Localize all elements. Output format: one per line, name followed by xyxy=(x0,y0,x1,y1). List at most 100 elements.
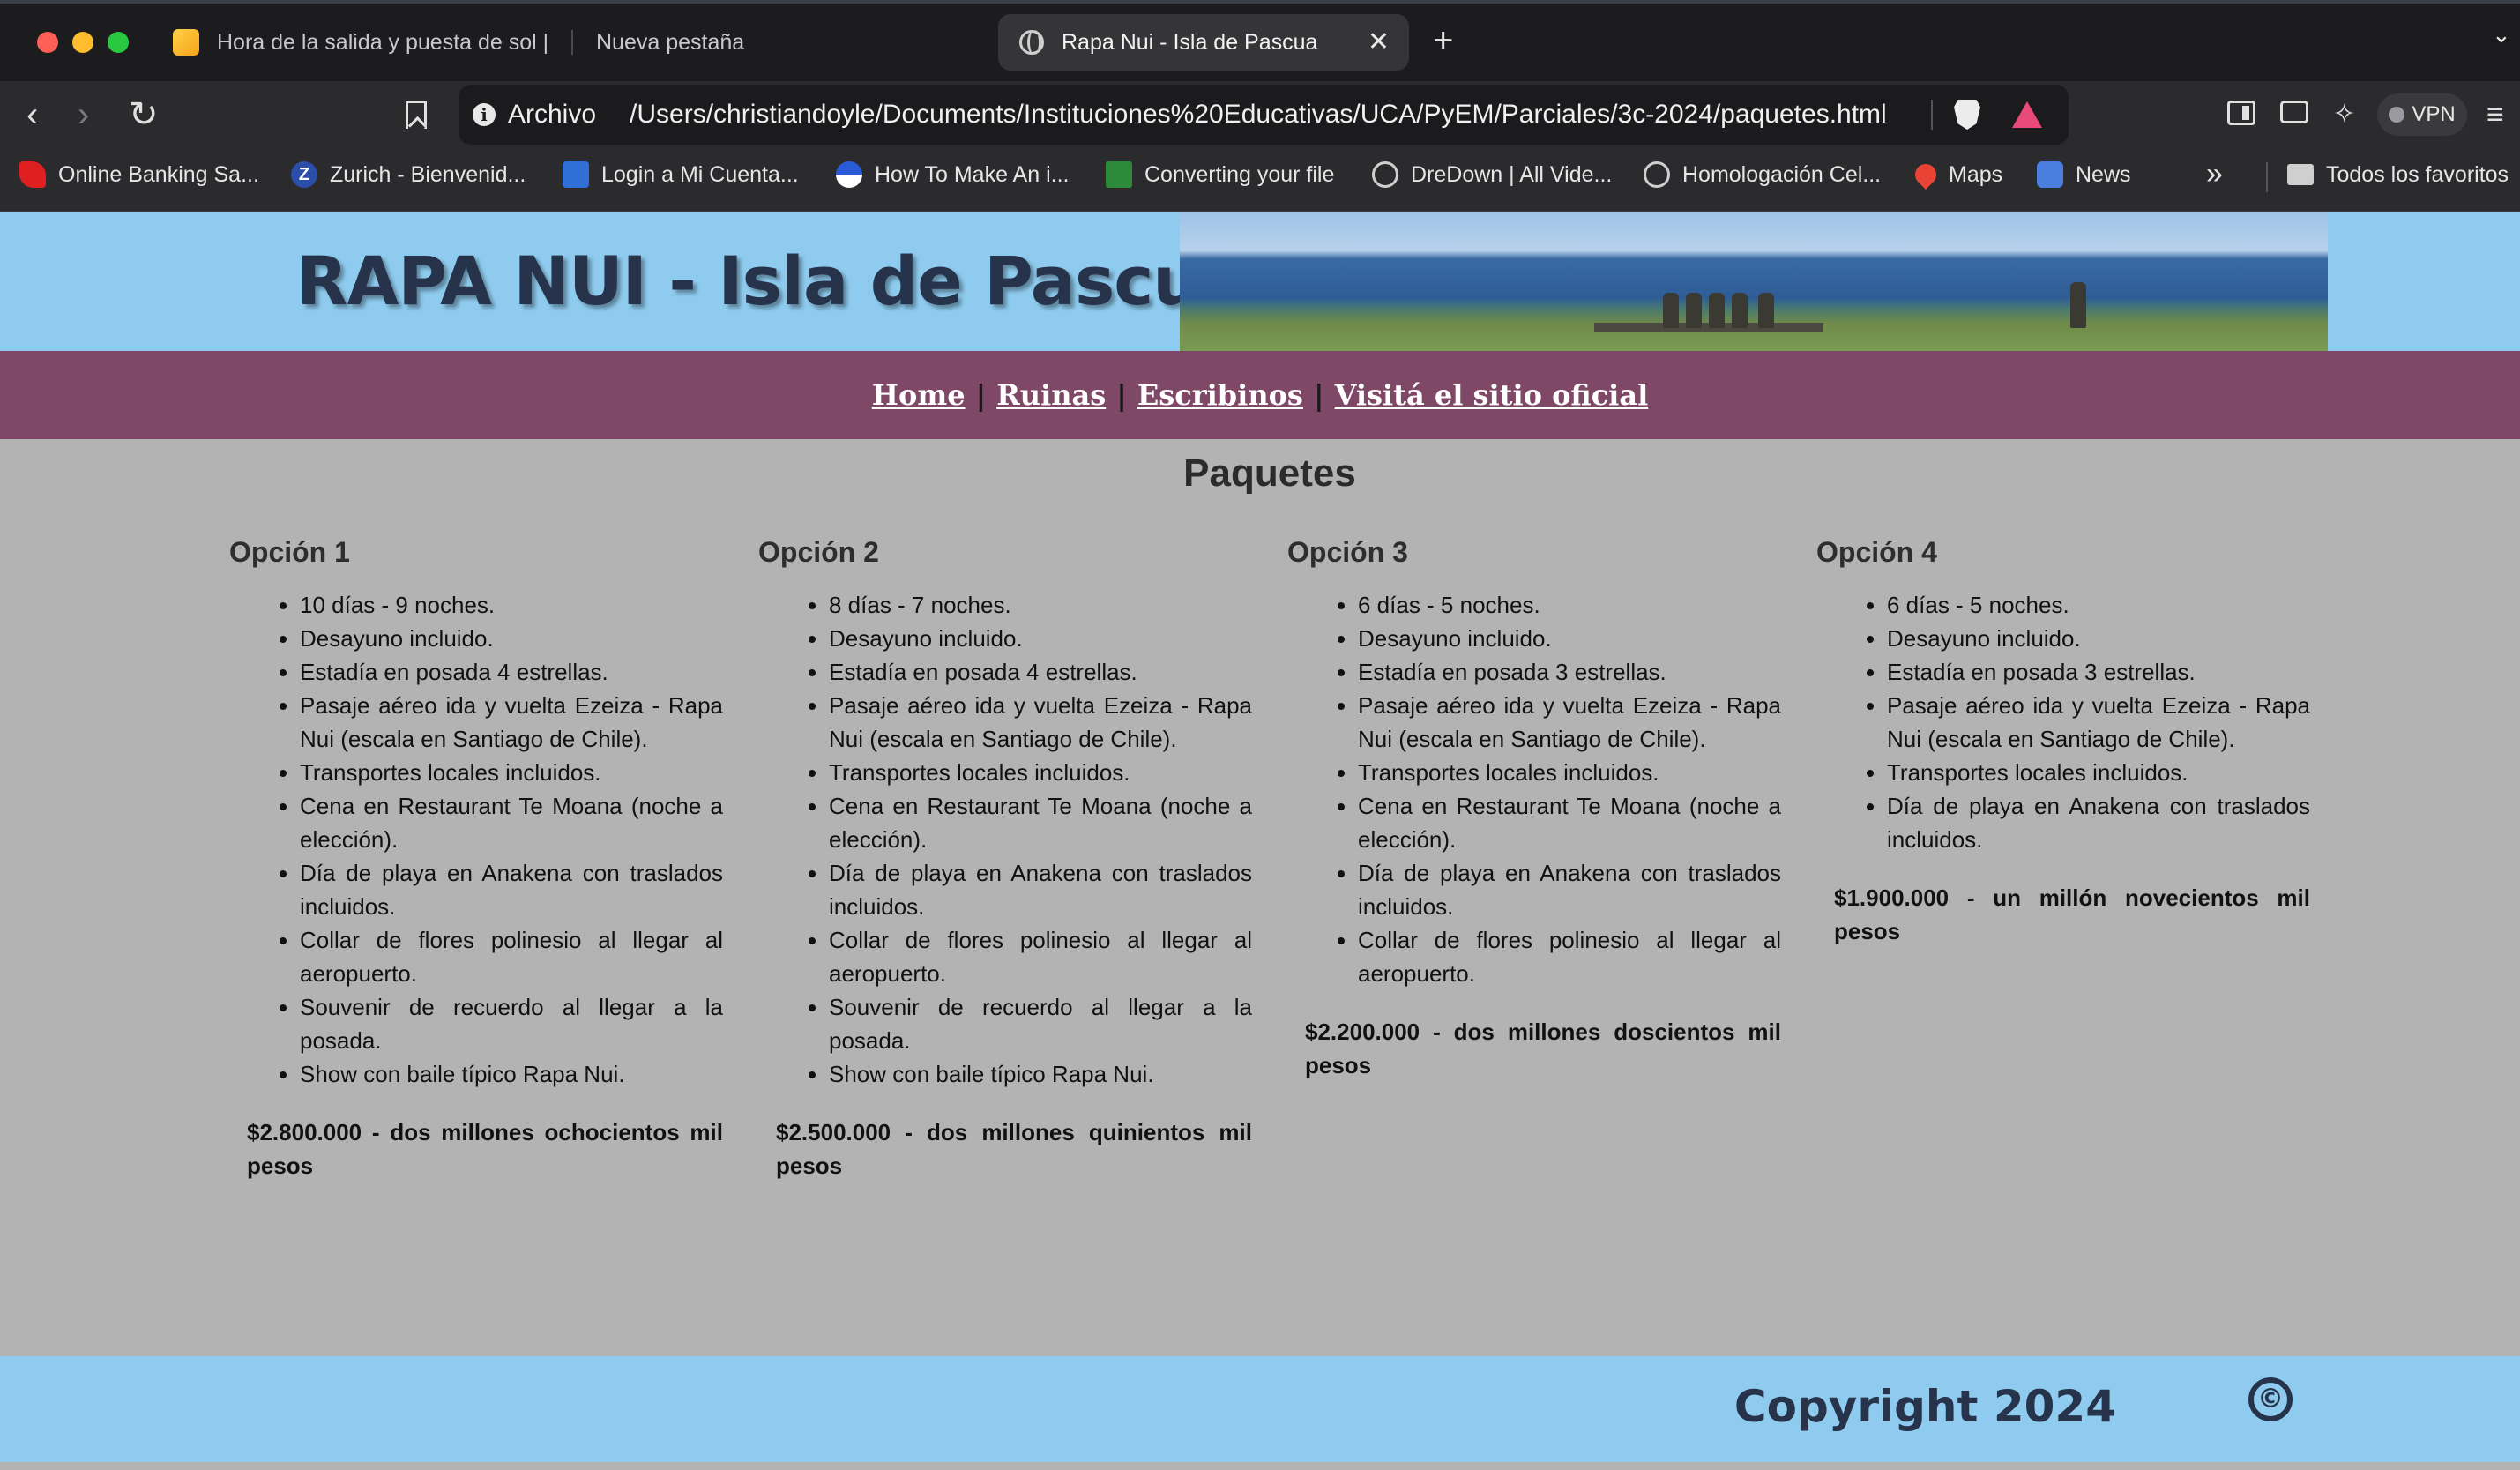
folder-icon xyxy=(2287,164,2314,185)
brave-rewards-icon[interactable] xyxy=(2012,101,2042,128)
package-option-1: Opción 1 10 días - 9 noches. Desayuno in… xyxy=(229,536,723,1183)
option-title: Opción 3 xyxy=(1287,536,1408,568)
list-item: 6 días - 5 noches. xyxy=(1358,588,1781,622)
window-minimize-button[interactable] xyxy=(72,32,93,53)
site-title: RAPA NUI - Isla de Pascua xyxy=(296,242,1245,320)
moai-shape xyxy=(1709,293,1725,328)
tab-sunrise-sunset[interactable]: Hora de la salida y puesta de sol | xyxy=(173,14,561,71)
site-favicon-icon xyxy=(836,161,862,188)
tab-list-chevron-down-icon[interactable]: ⌄ xyxy=(2492,21,2511,49)
back-arrow-icon[interactable]: ‹ xyxy=(26,81,38,148)
nav-separator: | xyxy=(1116,378,1127,412)
browser-toolbar: ‹ › ↻ i Archivo /Users/christiandoyle/Do… xyxy=(0,81,2520,148)
copyright-icon: © xyxy=(2248,1377,2293,1421)
vpn-status-icon xyxy=(2389,107,2405,123)
option-price: $2.200.000 - dos millones doscientos mil… xyxy=(1305,1019,1781,1078)
moai-shape xyxy=(1686,293,1702,328)
option-price: $1.900.000 - un millón novecientos mil p… xyxy=(1834,884,2310,944)
bookmarks-separator xyxy=(2266,162,2268,192)
package-option-3: Opción 3 6 días - 5 noches. Desayuno inc… xyxy=(1287,536,1781,1082)
sidebar-toggle-icon[interactable] xyxy=(2227,101,2255,125)
nav-link-home[interactable]: Home xyxy=(872,378,966,412)
option-title: Opción 4 xyxy=(1816,536,1937,568)
option-title: Opción 1 xyxy=(229,536,350,568)
list-item: Transportes locales incluidos. xyxy=(1887,756,2310,789)
info-icon[interactable]: i xyxy=(473,103,496,126)
bookmark-page-icon[interactable] xyxy=(406,101,427,129)
more-bookmarks-chevron-icon[interactable]: » xyxy=(2206,157,2223,191)
list-item: Día de playa en Anakena con traslados in… xyxy=(1887,789,2310,856)
bookmark-dredown[interactable]: DreDown | All Vide... xyxy=(1372,148,1612,201)
nav-link-ruinas[interactable]: Ruinas xyxy=(996,378,1106,412)
bookmark-how-to-make[interactable]: How To Make An i... xyxy=(836,148,1069,201)
package-option-2: Opción 2 8 días - 7 noches. Desayuno inc… xyxy=(758,536,1252,1183)
option-price: $2.500.000 - dos millones quinientos mil… xyxy=(776,1119,1252,1179)
reload-icon[interactable]: ↻ xyxy=(129,81,159,148)
list-item: Transportes locales incluidos. xyxy=(300,756,723,789)
bookmark-label: Todos los favoritos xyxy=(2326,161,2509,187)
nav-link-escribinos[interactable]: Escribinos xyxy=(1137,378,1303,412)
bookmark-label: Homologación Cel... xyxy=(1682,161,1882,187)
option-features-list: 6 días - 5 noches. Desayuno incluido. Es… xyxy=(1287,588,1781,990)
bookmark-maps[interactable]: Maps xyxy=(1911,148,2003,201)
tab-close-icon[interactable]: ✕ xyxy=(1368,26,1390,57)
page-title: Paquetes xyxy=(1183,451,1356,495)
news-favicon-icon xyxy=(2037,161,2063,188)
list-item: 6 días - 5 noches. xyxy=(1887,588,2310,622)
list-item: 10 días - 9 noches. xyxy=(300,588,723,622)
bookmark-label: Online Banking Sa... xyxy=(58,161,259,187)
list-item: Desayuno incluido. xyxy=(300,622,723,655)
option-title: Opción 2 xyxy=(758,536,879,568)
option-features-list: 6 días - 5 noches. Desayuno incluido. Es… xyxy=(1816,588,2310,856)
list-item: Cena en Restaurant Te Moana (noche a ele… xyxy=(300,789,723,856)
list-item: 8 días - 7 noches. xyxy=(829,588,1252,622)
web-page: RAPA NUI - Isla de Pascua Home | Ruinas … xyxy=(0,212,2520,1470)
bookmark-all-favorites[interactable]: Todos los favoritos xyxy=(2287,148,2509,201)
site-navigation: Home | Ruinas | Escribinos | Visitá el s… xyxy=(0,351,2520,439)
nav-separator: | xyxy=(975,378,987,412)
bookmarks-bar: Online Banking Sa... Z Zurich - Bienvenid… xyxy=(0,148,2520,212)
list-item: Souvenir de recuerdo al llegar a la posa… xyxy=(300,990,723,1057)
bookmark-news[interactable]: News xyxy=(2037,148,2131,201)
window-top-edge xyxy=(0,0,2520,4)
list-item: Estadía en posada 3 estrellas. xyxy=(1887,655,2310,689)
bookmark-homologacion[interactable]: Homologación Cel... xyxy=(1644,148,1881,201)
bookmark-converting-file[interactable]: Converting your file xyxy=(1106,148,1334,201)
tab-new-tab[interactable]: Nueva pestaña xyxy=(596,14,966,71)
vpn-label: VPN xyxy=(2412,102,2456,126)
new-tab-plus-icon[interactable]: + xyxy=(1433,19,1453,62)
tab-label: Rapa Nui - Isla de Pascua xyxy=(1062,29,1318,55)
wallet-icon[interactable] xyxy=(2280,101,2308,123)
moai-shape xyxy=(1663,293,1679,328)
list-item: Pasaje aéreo ida y vuelta Ezeiza - Rapa … xyxy=(1358,689,1781,756)
bookmark-label: DreDown | All Vide... xyxy=(1411,161,1613,187)
bookmark-label: News xyxy=(2076,161,2131,187)
brave-shields-icon[interactable] xyxy=(1954,100,1980,130)
option-features-list: 10 días - 9 noches. Desayuno incluido. E… xyxy=(229,588,723,1091)
leo-ai-sparkle-icon[interactable]: ✧ xyxy=(2333,101,2355,129)
list-item: Estadía en posada 4 estrellas. xyxy=(300,655,723,689)
list-item: Desayuno incluido. xyxy=(829,622,1252,655)
bookmark-label: Maps xyxy=(1949,161,2003,187)
list-item: Souvenir de recuerdo al llegar a la posa… xyxy=(829,990,1252,1057)
bookmark-zurich[interactable]: Z Zurich - Bienvenid... xyxy=(291,148,526,201)
url-path-text[interactable]: /Users/christiandoyle/Documents/Instituc… xyxy=(630,100,1931,130)
window-maximize-button[interactable] xyxy=(108,32,129,53)
bookmark-login-cuenta[interactable]: Login a Mi Cuenta... xyxy=(563,148,799,201)
vpn-button[interactable]: VPN xyxy=(2377,93,2467,136)
list-item: Transportes locales incluidos. xyxy=(829,756,1252,789)
tab-rapa-nui-active[interactable]: Rapa Nui - Isla de Pascua ✕ xyxy=(998,14,1409,71)
bookmark-online-banking[interactable]: Online Banking Sa... xyxy=(19,148,259,201)
bookmark-label: How To Make An i... xyxy=(875,161,1070,187)
option-features-list: 8 días - 7 noches. Desayuno incluido. Es… xyxy=(758,588,1252,1091)
tab-label: Nueva pestaña xyxy=(596,29,745,55)
copyright-text: Copyright 2024 xyxy=(1733,1381,2116,1432)
list-item: Collar de flores polinesio al llegar al … xyxy=(829,923,1252,990)
login-favicon-icon xyxy=(563,161,589,188)
forward-arrow-icon[interactable]: › xyxy=(78,81,89,148)
hamburger-menu-icon[interactable]: ≡ xyxy=(2486,100,2504,130)
nav-link-sitio-oficial[interactable]: Visitá el sitio oficial xyxy=(1335,378,1649,412)
globe-favicon-icon xyxy=(1372,161,1398,188)
address-bar[interactable]: i Archivo /Users/christiandoyle/Document… xyxy=(459,85,2069,145)
window-close-button[interactable] xyxy=(37,32,58,53)
